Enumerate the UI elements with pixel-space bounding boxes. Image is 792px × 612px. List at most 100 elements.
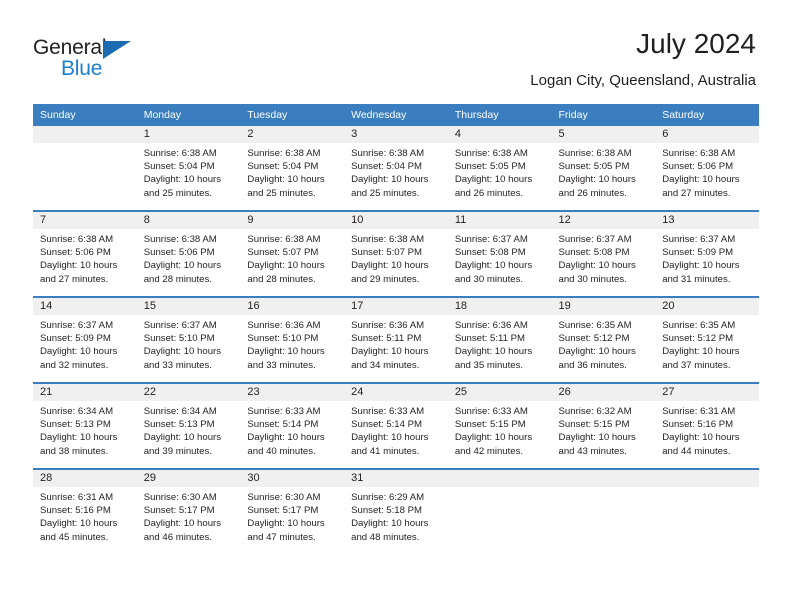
calendar-day-cell[interactable]: 22 Sunrise: 6:34 AM Sunset: 5:13 PM Dayligh… (136, 382, 241, 469)
calendar-day-cell[interactable]: 21 Sunrise: 6:34 AM Sunset: 5:13 PM Dayligh… (33, 382, 137, 469)
daylight-text-line2: and 27 minutes. (40, 273, 109, 285)
daylight-text-line2: and 29 minutes. (351, 273, 420, 285)
day-detail: Sunrise: 6:36 AM Sunset: 5:11 PM Daylight:… (344, 315, 448, 372)
daylight-text-line1: Daylight: 10 hours (558, 346, 636, 358)
day-number: 20 (655, 298, 759, 315)
daylight-text-line2: and 25 minutes. (143, 187, 212, 199)
day-cell-inner: 21 Sunrise: 6:34 AM Sunset: 5:13 PM Dayligh… (33, 384, 137, 468)
calendar-day-cell[interactable]: 6 Sunrise: 6:38 AM Sunset: 5:06 PM Daylight… (655, 126, 759, 211)
calendar-day-cell[interactable]: 11 Sunrise: 6:37 AM Sunset: 5:08 PM Dayligh… (447, 210, 552, 297)
day-detail: Sunrise: 6:38 AM Sunset: 5:04 PM Daylight:… (344, 143, 448, 200)
day-detail: Sunrise: 6:36 AM Sunset: 5:11 PM Daylight:… (448, 315, 552, 372)
daylight-text-line1: Daylight: 10 hours (454, 260, 533, 272)
calendar-day-cell[interactable]: 15 Sunrise: 6:37 AM Sunset: 5:10 PM Dayligh… (136, 296, 241, 383)
sunset-text: Sunset: 5:04 PM (247, 161, 319, 173)
daylight-text-line1: Daylight: 10 hours (662, 346, 740, 358)
day-number: 13 (655, 212, 759, 229)
calendar-week-row: 7 Sunrise: 6:38 AM Sunset: 5:06 PM Daylight… (33, 210, 759, 297)
generalblue-logo[interactable]: General Blue (33, 36, 173, 82)
calendar-day-cell[interactable]: 18 Sunrise: 6:36 AM Sunset: 5:11 PM Dayligh… (447, 296, 552, 383)
calendar-day-cell[interactable]: 28 Sunrise: 6:31 AM Sunset: 5:16 PM Dayligh… (33, 468, 137, 554)
weekday-header-saturday: Saturday (655, 104, 759, 126)
sunrise-text: Sunrise: 6:38 AM (247, 234, 321, 245)
calendar-week-row: 28 Sunrise: 6:31 AM Sunset: 5:16 PM Dayligh… (33, 468, 759, 554)
calendar-day-cell-empty (447, 468, 552, 554)
day-cell-inner: 24 Sunrise: 6:33 AM Sunset: 5:14 PM Dayligh… (344, 384, 448, 468)
sunset-text: Sunset: 5:06 PM (40, 247, 111, 259)
calendar-day-cell[interactable]: 25 Sunrise: 6:33 AM Sunset: 5:15 PM Dayligh… (447, 382, 552, 469)
sunrise-text: Sunrise: 6:38 AM (143, 148, 217, 159)
calendar-day-cell[interactable]: 4 Sunrise: 6:38 AM Sunset: 5:05 PM Daylight… (447, 126, 552, 211)
day-cell-inner: 10 Sunrise: 6:38 AM Sunset: 5:07 PM Dayligh… (344, 212, 448, 296)
day-cell-inner (551, 470, 656, 554)
day-cell-inner: 5 Sunrise: 6:38 AM Sunset: 5:05 PM Daylight… (551, 126, 656, 210)
calendar-header-row: Sunday Monday Tuesday Wednesday Thursday… (33, 104, 759, 126)
day-number: 6 (655, 126, 759, 143)
calendar-day-cell[interactable]: 24 Sunrise: 6:33 AM Sunset: 5:14 PM Dayligh… (344, 382, 448, 469)
day-detail: Sunrise: 6:38 AM Sunset: 5:06 PM Daylight:… (137, 229, 241, 286)
calendar-day-cell[interactable]: 7 Sunrise: 6:38 AM Sunset: 5:06 PM Daylight… (33, 210, 137, 297)
daylight-text-line2: and 42 minutes. (454, 445, 524, 457)
sunrise-text: Sunrise: 6:37 AM (454, 234, 528, 245)
sunrise-text: Sunrise: 6:33 AM (351, 406, 425, 417)
day-detail: Sunrise: 6:37 AM Sunset: 5:09 PM Daylight:… (33, 315, 137, 372)
day-number: 8 (136, 212, 241, 229)
calendar-day-cell[interactable]: 29 Sunrise: 6:30 AM Sunset: 5:17 PM Dayligh… (136, 468, 241, 554)
daylight-text-line2: and 25 minutes. (247, 187, 316, 199)
calendar-day-cell[interactable]: 8 Sunrise: 6:38 AM Sunset: 5:06 PM Daylight… (136, 210, 241, 297)
calendar-week-row: 21 Sunrise: 6:34 AM Sunset: 5:13 PM Dayligh… (33, 382, 759, 469)
calendar-day-cell[interactable]: 19 Sunrise: 6:35 AM Sunset: 5:12 PM Dayligh… (551, 296, 656, 383)
calendar-day-cell[interactable]: 27 Sunrise: 6:31 AM Sunset: 5:16 PM Dayligh… (655, 382, 759, 469)
title-block: July 2024 Logan City, Queensland, Austra… (530, 30, 756, 90)
day-detail: Sunrise: 6:37 AM Sunset: 5:08 PM Daylight:… (448, 229, 552, 286)
daylight-text-line2: and 37 minutes. (662, 359, 731, 371)
daylight-text-line1: Daylight: 10 hours (40, 432, 118, 444)
day-detail: Sunrise: 6:38 AM Sunset: 5:07 PM Daylight:… (344, 229, 448, 286)
calendar-day-cell[interactable]: 31 Sunrise: 6:29 AM Sunset: 5:18 PM Dayligh… (344, 468, 448, 554)
sunset-text: Sunset: 5:18 PM (351, 505, 423, 517)
daylight-text-line2: and 26 minutes. (558, 187, 627, 199)
calendar-day-cell[interactable]: 10 Sunrise: 6:38 AM Sunset: 5:07 PM Dayligh… (344, 210, 448, 297)
daylight-text-line2: and 32 minutes. (40, 359, 109, 371)
day-number: 12 (551, 212, 656, 229)
daylight-text-line2: and 47 minutes. (247, 531, 316, 543)
day-cell-inner: 14 Sunrise: 6:37 AM Sunset: 5:09 PM Dayligh… (33, 298, 137, 382)
day-cell-inner: 2 Sunrise: 6:38 AM Sunset: 5:04 PM Daylight… (240, 126, 345, 210)
calendar-day-cell[interactable]: 26 Sunrise: 6:32 AM Sunset: 5:15 PM Dayligh… (551, 382, 656, 469)
sunrise-text: Sunrise: 6:34 AM (143, 406, 217, 417)
calendar-day-cell[interactable]: 5 Sunrise: 6:38 AM Sunset: 5:05 PM Daylight… (551, 126, 656, 211)
day-detail: Sunrise: 6:35 AM Sunset: 5:12 PM Daylight:… (655, 315, 759, 372)
sunset-text: Sunset: 5:07 PM (247, 247, 319, 259)
calendar-day-cell[interactable]: 12 Sunrise: 6:37 AM Sunset: 5:08 PM Dayligh… (551, 210, 656, 297)
daylight-text-line1: Daylight: 10 hours (247, 346, 325, 358)
day-cell-inner: 9 Sunrise: 6:38 AM Sunset: 5:07 PM Daylight… (240, 212, 345, 296)
daylight-text-line1: Daylight: 10 hours (662, 260, 740, 272)
day-number (655, 470, 759, 487)
calendar-day-cell[interactable]: 1 Sunrise: 6:38 AM Sunset: 5:04 PM Daylight… (136, 126, 241, 211)
day-detail: Sunrise: 6:37 AM Sunset: 5:09 PM Daylight:… (655, 229, 759, 286)
calendar-day-cell[interactable]: 17 Sunrise: 6:36 AM Sunset: 5:11 PM Dayligh… (344, 296, 448, 383)
calendar-week-row: 1 Sunrise: 6:38 AM Sunset: 5:04 PM Daylight… (33, 126, 759, 211)
calendar-day-cell[interactable]: 23 Sunrise: 6:33 AM Sunset: 5:14 PM Dayligh… (240, 382, 345, 469)
calendar-day-cell[interactable]: 9 Sunrise: 6:38 AM Sunset: 5:07 PM Daylight… (240, 210, 345, 297)
day-number (447, 470, 552, 487)
sunset-text: Sunset: 5:11 PM (351, 333, 422, 345)
calendar-day-cell-empty (551, 468, 656, 554)
day-detail: Sunrise: 6:38 AM Sunset: 5:06 PM Daylight:… (33, 229, 137, 286)
calendar-day-cell[interactable]: 13 Sunrise: 6:37 AM Sunset: 5:09 PM Dayligh… (655, 210, 759, 297)
calendar-day-cell[interactable]: 3 Sunrise: 6:38 AM Sunset: 5:04 PM Daylight… (344, 126, 448, 211)
calendar-day-cell[interactable]: 2 Sunrise: 6:38 AM Sunset: 5:04 PM Daylight… (240, 126, 345, 211)
calendar-day-cell[interactable]: 16 Sunrise: 6:36 AM Sunset: 5:10 PM Dayligh… (240, 296, 345, 383)
weekday-header-friday: Friday (551, 104, 656, 126)
day-cell-inner: 6 Sunrise: 6:38 AM Sunset: 5:06 PM Daylight… (655, 126, 759, 210)
day-cell-inner (447, 470, 552, 554)
calendar-day-cell[interactable]: 14 Sunrise: 6:37 AM Sunset: 5:09 PM Dayligh… (33, 296, 137, 383)
calendar-day-cell[interactable]: 20 Sunrise: 6:35 AM Sunset: 5:12 PM Dayligh… (655, 296, 759, 383)
calendar-day-cell[interactable]: 30 Sunrise: 6:30 AM Sunset: 5:17 PM Dayligh… (240, 468, 345, 554)
day-cell-inner: 4 Sunrise: 6:38 AM Sunset: 5:05 PM Daylight… (447, 126, 552, 210)
daylight-text-line1: Daylight: 10 hours (662, 432, 740, 444)
day-number: 14 (33, 298, 137, 315)
daylight-text-line2: and 46 minutes. (143, 531, 212, 543)
daylight-text-line1: Daylight: 10 hours (247, 260, 325, 272)
day-cell-inner (33, 126, 137, 210)
